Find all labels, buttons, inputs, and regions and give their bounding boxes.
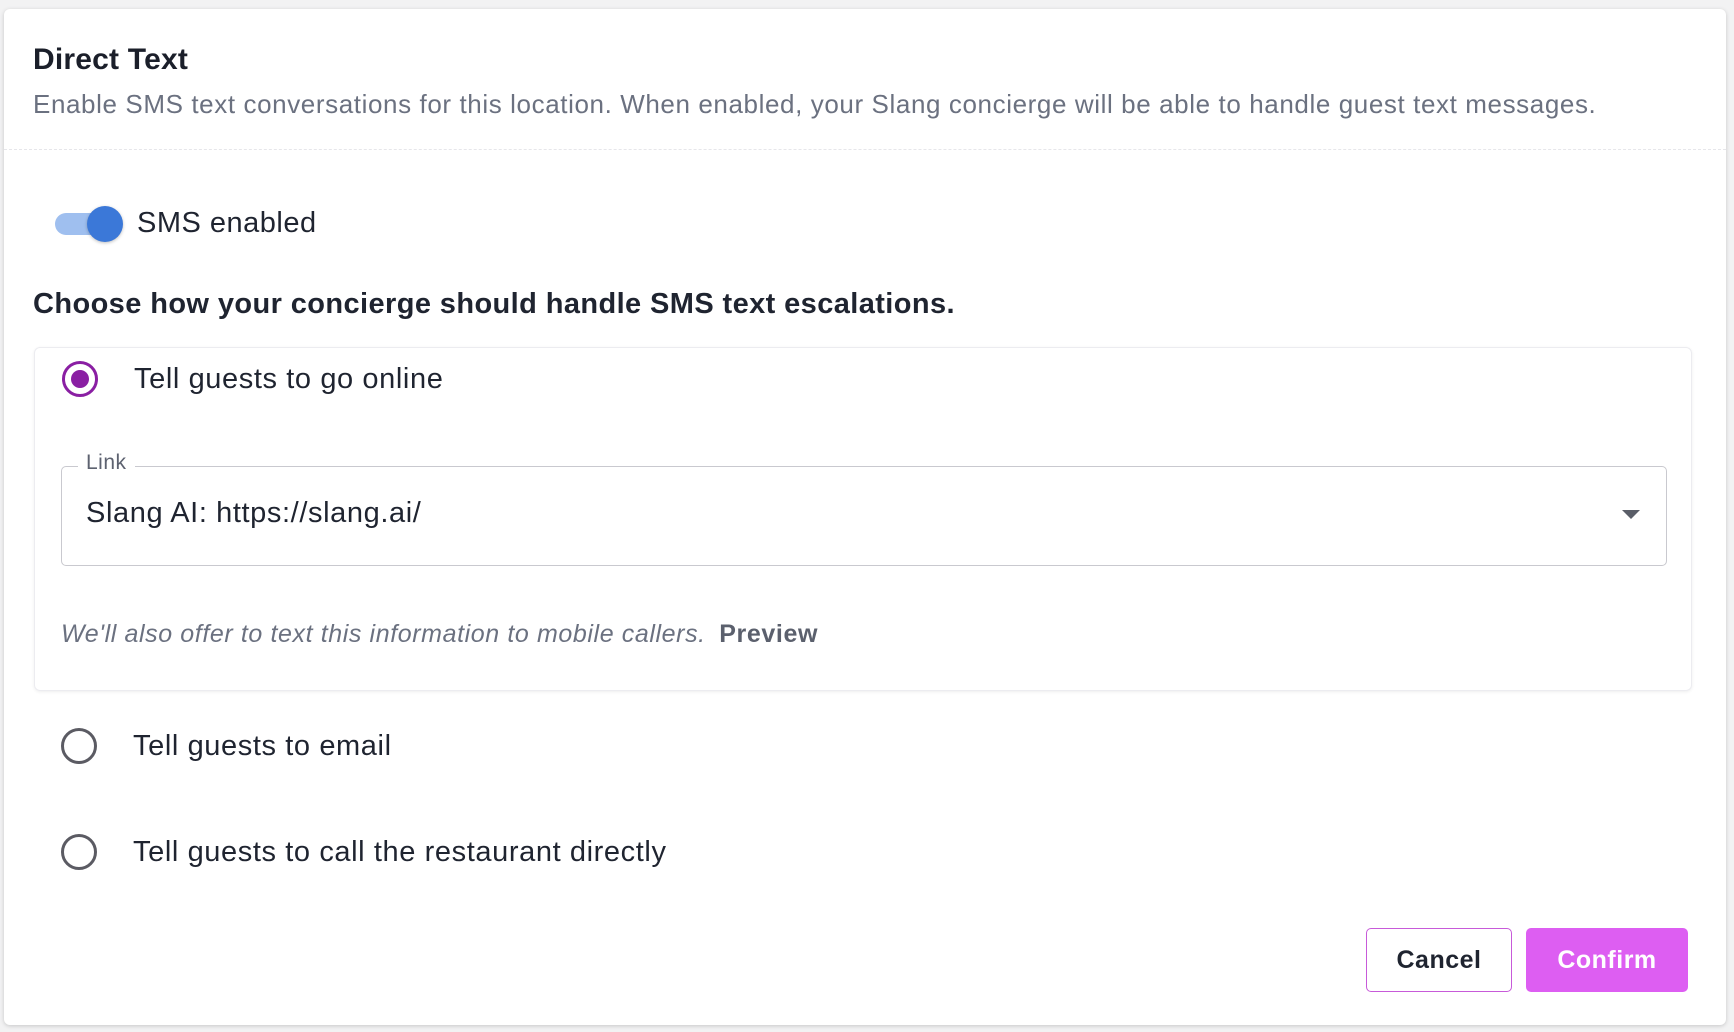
link-select-value: Slang AI: https://slang.ai/ [86,497,422,529]
radio-button[interactable] [61,728,97,764]
dropdown-arrow-icon[interactable] [1622,510,1640,519]
radio-option-label: Tell guests to email [133,729,392,762]
radio-option-call-restaurant[interactable]: Tell guests to call the restaurant direc… [61,834,667,870]
cancel-button[interactable]: Cancel [1366,928,1512,992]
radio-option-go-online[interactable]: Tell guests to go online [62,361,443,397]
escalation-question: Choose how your concierge should handle … [33,288,955,320]
radio-button-selected[interactable] [62,361,98,397]
radio-option-label: Tell guests to call the restaurant direc… [133,835,667,868]
helper-text: We'll also offer to text this informatio… [61,620,818,649]
dialog-subtitle: Enable SMS text conversations for this l… [33,89,1597,119]
sms-enabled-label: SMS enabled [137,206,317,239]
toggle-knob [87,206,123,242]
direct-text-dialog: Direct Text Enable SMS text conversation… [4,9,1726,1025]
link-select-legend: Link [78,451,135,475]
radio-option-email[interactable]: Tell guests to email [61,728,392,764]
sms-toggle-row: SMS enabled [55,205,317,242]
sms-enabled-toggle[interactable] [55,205,123,242]
preview-link[interactable]: Preview [719,620,818,648]
dialog-title: Direct Text [33,43,189,76]
go-online-option-card: Tell guests to go online Link Slang AI: … [34,347,1692,691]
link-select[interactable]: Link Slang AI: https://slang.ai/ [61,451,1667,566]
radio-option-label: Tell guests to go online [134,362,444,395]
confirm-button[interactable]: Confirm [1526,928,1688,992]
helper-text-body: We'll also offer to text this informatio… [61,620,706,648]
radio-button[interactable] [61,834,97,870]
dialog-header: Direct Text Enable SMS text conversation… [4,9,1726,150]
